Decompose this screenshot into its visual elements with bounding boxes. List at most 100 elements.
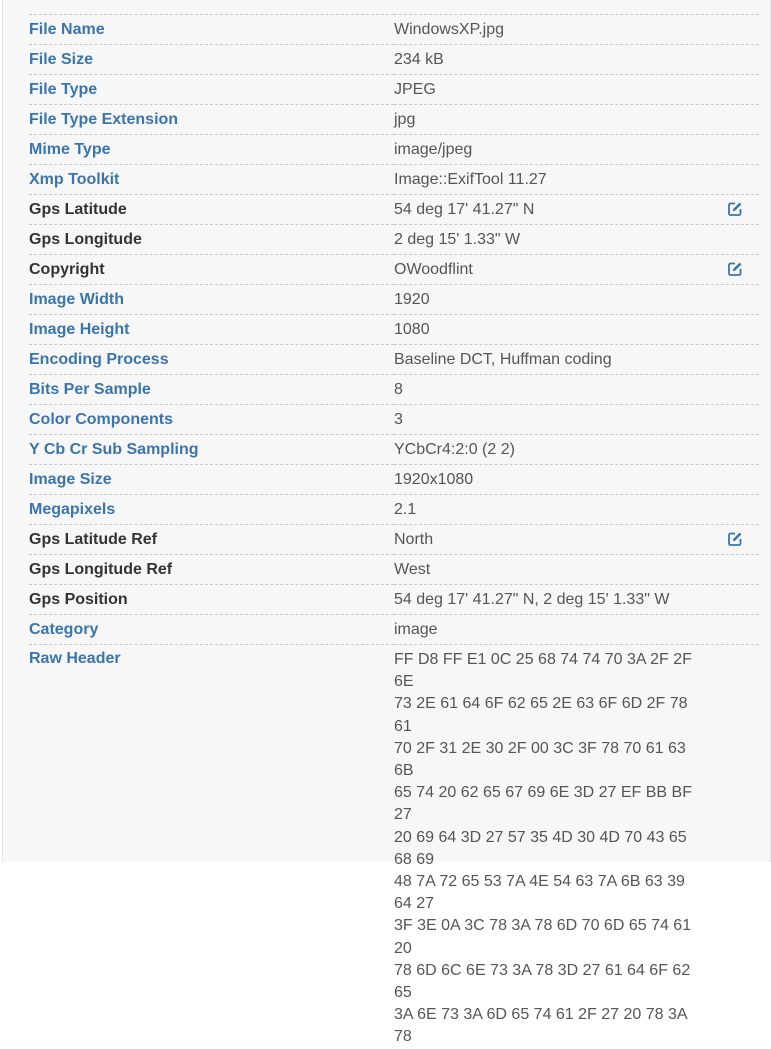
metadata-value: Baseline DCT, Huffman coding [394, 350, 612, 368]
raw-header-line: 48 7A 72 65 53 7A 4E 54 63 7A 6B 63 39 6… [394, 873, 685, 913]
raw-header-line: 3A 6E 73 3A 6D 65 74 61 2F 27 20 78 3A 7… [394, 1006, 687, 1046]
metadata-row-encoding-process: Encoding Process Baseline DCT, Huffman co… [29, 344, 759, 375]
metadata-value: North [394, 530, 434, 548]
edit-icon[interactable] [727, 531, 743, 547]
metadata-value: 2 deg 15' 1.33" W [394, 230, 521, 248]
metadata-row-image-size: Image Size 1920x1080 [29, 464, 759, 495]
raw-header-line: 78 6D 6C 6E 73 3A 78 3D 27 61 64 6F 62 6… [394, 961, 691, 1002]
metadata-value: JPEG [394, 80, 436, 98]
metadata-key: Copyright [29, 260, 105, 278]
metadata-value: West [394, 560, 431, 578]
metadata-key[interactable]: File Type Extension [29, 105, 394, 135]
metadata-value-cell: North [394, 525, 759, 555]
metadata-value: 54 deg 17' 41.27" N [394, 200, 535, 218]
metadata-value-cell: Baseline DCT, Huffman coding [394, 345, 759, 375]
metadata-row-gps-longitude: Gps Longitude 2 deg 15' 1.33" W [29, 224, 759, 255]
metadata-key[interactable]: File Type [29, 75, 394, 105]
metadata-value-cell: West [394, 555, 759, 585]
metadata-key[interactable]: Megapixels [29, 495, 394, 525]
metadata-row-color-components: Color Components 3 [29, 404, 759, 435]
metadata-value: jpg [394, 110, 416, 128]
metadata-value: 8 [394, 380, 403, 398]
metadata-value-cell: 3 [394, 405, 759, 435]
metadata-value: Image::ExifTool 11.27 [394, 170, 547, 188]
raw-header-line: 65 74 20 62 65 67 69 6E 3D 27 EF BB BF 2… [394, 784, 692, 824]
metadata-row-megapixels: Megapixels 2.1 [29, 494, 759, 525]
metadata-key: Gps Latitude [29, 200, 127, 218]
metadata-row-mime-type: Mime Type image/jpeg [29, 134, 759, 165]
metadata-value-cell: image [394, 615, 759, 645]
metadata-row-bits-per-sample: Bits Per Sample 8 [29, 374, 759, 405]
raw-header-value: FF D8 FF E1 0C 25 68 74 74 70 3A 2F 2F 6… [394, 645, 759, 1049]
metadata-value: WindowsXP.jpg [394, 20, 504, 38]
metadata-value-cell: 54 deg 17' 41.27" N, 2 deg 15' 1.33" W [394, 585, 759, 615]
metadata-value-cell: 54 deg 17' 41.27" N [394, 195, 759, 225]
metadata-key: Gps Longitude [29, 230, 142, 248]
metadata-value: 54 deg 17' 41.27" N, 2 deg 15' 1.33" W [394, 590, 670, 608]
metadata-panel: File Name WindowsXP.jpg File Size 234 kB Fil… [2, 0, 771, 1045]
raw-header-line: FF D8 FF E1 0C 25 68 74 74 70 3A 2F 2F 6… [394, 651, 692, 691]
metadata-value: image [394, 620, 438, 638]
metadata-row-gps-position: Gps Position 54 deg 17' 41.27" N, 2 deg 1… [29, 584, 759, 615]
metadata-key[interactable]: Raw Header [29, 645, 394, 1049]
metadata-key[interactable]: Encoding Process [29, 345, 394, 375]
metadata-value-cell: Image::ExifTool 11.27 [394, 165, 759, 195]
edit-icon[interactable] [727, 201, 743, 217]
metadata-value-cell: jpg [394, 105, 759, 135]
metadata-key: Gps Longitude Ref [29, 560, 173, 578]
metadata-key[interactable]: Bits Per Sample [29, 375, 394, 405]
metadata-row-gps-longitude-ref: Gps Longitude Ref West [29, 554, 759, 585]
metadata-value-cell: 2 deg 15' 1.33" W [394, 225, 759, 255]
raw-header-line: 70 2F 31 2E 30 2F 00 3C 3F 78 70 61 63 6… [394, 739, 686, 780]
metadata-value: image/jpeg [394, 140, 473, 158]
metadata-row-gps-latitude-ref: Gps Latitude Ref North [29, 524, 759, 555]
raw-header-line: 20 69 64 3D 27 57 35 4D 30 4D 70 43 65 6… [394, 828, 687, 868]
metadata-value-cell: WindowsXP.jpg [394, 15, 759, 45]
metadata-key: Gps Position [29, 590, 128, 608]
raw-header-hex: FF D8 FF E1 0C 25 68 74 74 70 3A 2F 2F 6… [394, 649, 704, 1049]
raw-header-line: 3F 3E 0A 3C 78 3A 78 6D 70 6D 65 74 61 2… [394, 917, 692, 957]
metadata-value-cell: 1080 [394, 315, 759, 345]
metadata-value: OWoodflint [394, 260, 473, 278]
metadata-row-category: Category image [29, 614, 759, 645]
metadata-key[interactable]: Y Cb Cr Sub Sampling [29, 435, 394, 465]
metadata-value: 1080 [394, 320, 430, 338]
edit-icon[interactable] [727, 261, 743, 277]
metadata-value-cell: 1920 [394, 285, 759, 315]
raw-header-line: 73 2E 61 64 6F 62 65 2E 63 6F 6D 2F 78 6… [394, 695, 688, 735]
metadata-key[interactable]: Image Size [29, 465, 394, 495]
metadata-row-raw-header: Raw Header FF D8 FF E1 0C 25 68 74 74 70 … [29, 644, 759, 1049]
metadata-key[interactable]: Color Components [29, 405, 394, 435]
metadata-value: 234 kB [394, 50, 444, 68]
metadata-row-gps-latitude: Gps Latitude 54 deg 17' 41.27" N [29, 194, 759, 225]
metadata-row-file-size: File Size 234 kB [29, 44, 759, 75]
metadata-value-cell: 234 kB [394, 45, 759, 75]
metadata-row-image-width: Image Width 1920 [29, 284, 759, 315]
metadata-key[interactable]: File Name [29, 15, 394, 45]
metadata-key[interactable]: Image Width [29, 285, 394, 315]
metadata-value: 3 [394, 410, 403, 428]
metadata-row-copyright: Copyright OWoodflint [29, 254, 759, 285]
metadata-key[interactable]: Mime Type [29, 135, 394, 165]
metadata-row-file-type-extension: File Type Extension jpg [29, 104, 759, 135]
metadata-value: 1920 [394, 290, 430, 308]
metadata-key[interactable]: Category [29, 615, 394, 645]
metadata-key: Gps Latitude Ref [29, 530, 158, 548]
metadata-value: 1920x1080 [394, 470, 474, 488]
metadata-key[interactable]: File Size [29, 45, 394, 75]
metadata-key[interactable]: Xmp Toolkit [29, 165, 394, 195]
metadata-row-image-height: Image Height 1080 [29, 314, 759, 345]
metadata-value: 2.1 [394, 500, 417, 518]
metadata-value-cell: 1920x1080 [394, 465, 759, 495]
metadata-value-cell: OWoodflint [394, 255, 759, 285]
metadata-value-cell: YCbCr4:2:0 (2 2) [394, 435, 759, 465]
metadata-row-xmp-toolkit: Xmp Toolkit Image::ExifTool 11.27 [29, 164, 759, 195]
metadata-row-y-cb-cr-sub-sampling: Y Cb Cr Sub Sampling YCbCr4:2:0 (2 2) [29, 434, 759, 465]
metadata-value-cell: 8 [394, 375, 759, 405]
metadata-row-file-name: File Name WindowsXP.jpg [29, 14, 759, 45]
metadata-key[interactable]: Image Height [29, 315, 394, 345]
metadata-row-file-type: File Type JPEG [29, 74, 759, 105]
metadata-value-cell: JPEG [394, 75, 759, 105]
metadata-value-cell: image/jpeg [394, 135, 759, 165]
metadata-value-cell: 2.1 [394, 495, 759, 525]
